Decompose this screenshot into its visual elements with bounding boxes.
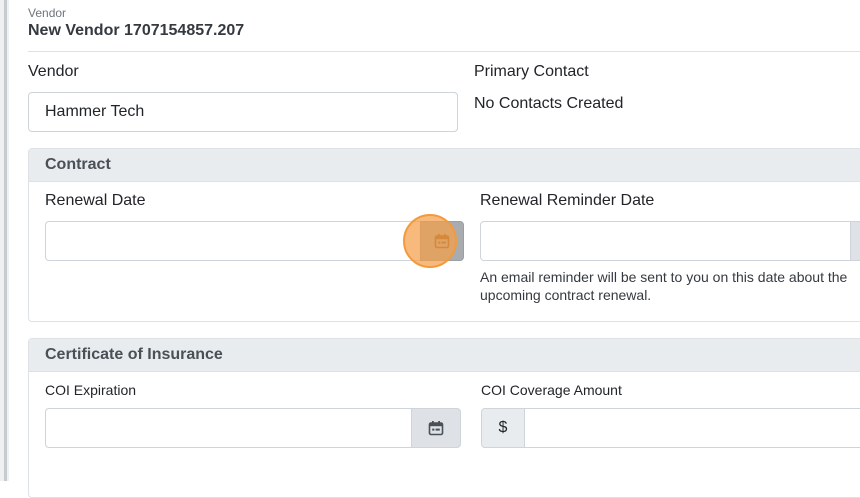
- coi-expiration-input[interactable]: [45, 408, 412, 448]
- vendor-input[interactable]: [28, 92, 458, 132]
- coi-expiration-label: COI Expiration: [45, 382, 137, 398]
- primary-contact-value: No Contacts Created: [474, 95, 624, 112]
- left-rail: [0, 0, 9, 481]
- renewal-reminder-calendar-button[interactable]: [850, 221, 860, 261]
- coi-expiration-calendar-button[interactable]: [411, 408, 461, 448]
- coi-coverage-amount-label: COI Coverage Amount: [481, 382, 622, 398]
- vendor-label: Vendor: [28, 63, 79, 80]
- left-rail-line: [4, 0, 7, 481]
- currency-prefix: $: [481, 408, 525, 448]
- renewal-date-input[interactable]: [45, 221, 421, 261]
- coi-coverage-amount-input[interactable]: [524, 408, 860, 448]
- page-title: New Vendor 1707154857.207: [28, 22, 245, 39]
- entity-type-label: Vendor: [28, 6, 67, 20]
- renewal-reminder-date-input[interactable]: [480, 221, 852, 261]
- click-indicator: [403, 214, 457, 268]
- renewal-date-label: Renewal Date: [45, 192, 146, 209]
- renewal-reminder-help-text: An email reminder will be sent to you on…: [480, 269, 848, 303]
- primary-contact-label: Primary Contact: [474, 63, 589, 80]
- header-divider: [28, 51, 860, 52]
- insurance-section-header: Certificate of Insurance: [29, 339, 860, 372]
- contract-section-header: Contract: [29, 149, 860, 182]
- renewal-reminder-date-label: Renewal Reminder Date: [480, 192, 655, 209]
- calendar-icon: [428, 421, 444, 436]
